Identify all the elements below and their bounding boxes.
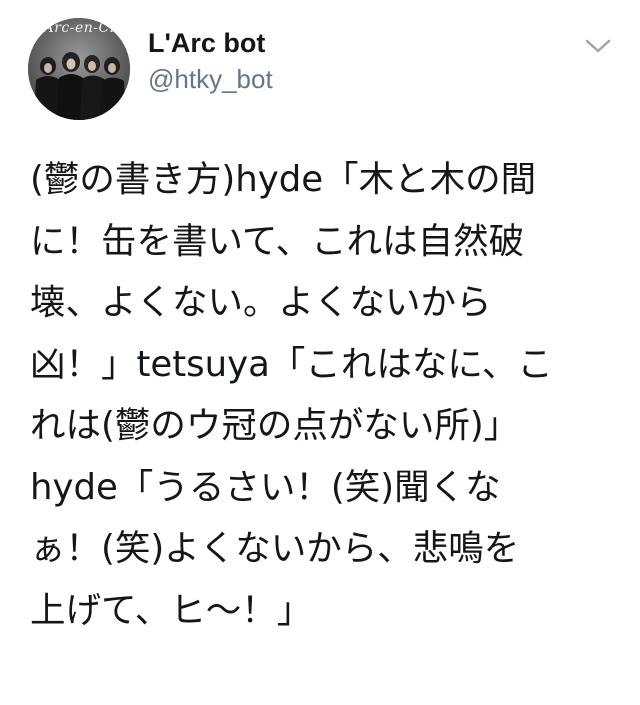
- tweet-text: (鬱の書き方)hyde「木と木の間 に！缶を書いて、これは自然破 壊、よくない。…: [30, 149, 615, 641]
- tweet-text-line: れは(鬱のウ冠の点がない所)」: [30, 405, 520, 446]
- tweet-text-line: ぁ！(笑)よくないから、悲鳴を: [30, 528, 520, 569]
- tweet-card: L'Arc-en-Ciel L'Arc bot @htky_bot (鬱の書き方…: [0, 0, 640, 705]
- avatar[interactable]: L'Arc-en-Ciel: [28, 18, 130, 120]
- tweet-text-line: (鬱の書き方)hyde「木と木の間: [30, 159, 537, 200]
- tweet-text-line: 壊、よくない。よくないから: [30, 282, 492, 323]
- tweet-text-line: 凶！」tetsuya「これはなに、こ: [30, 343, 553, 385]
- avatar-caption: L'Arc-en-Ciel: [29, 20, 129, 36]
- chevron-down-icon[interactable]: [584, 36, 612, 56]
- display-name[interactable]: L'Arc bot: [148, 28, 265, 59]
- tweet-text-line: 上げて、ヒ〜！」: [30, 589, 313, 631]
- tweet-text-line: に！缶を書いて、これは自然破: [30, 220, 525, 262]
- user-handle[interactable]: @htky_bot: [148, 64, 273, 95]
- tweet-text-line: hyde「うるさい！(笑)聞くな: [30, 466, 501, 508]
